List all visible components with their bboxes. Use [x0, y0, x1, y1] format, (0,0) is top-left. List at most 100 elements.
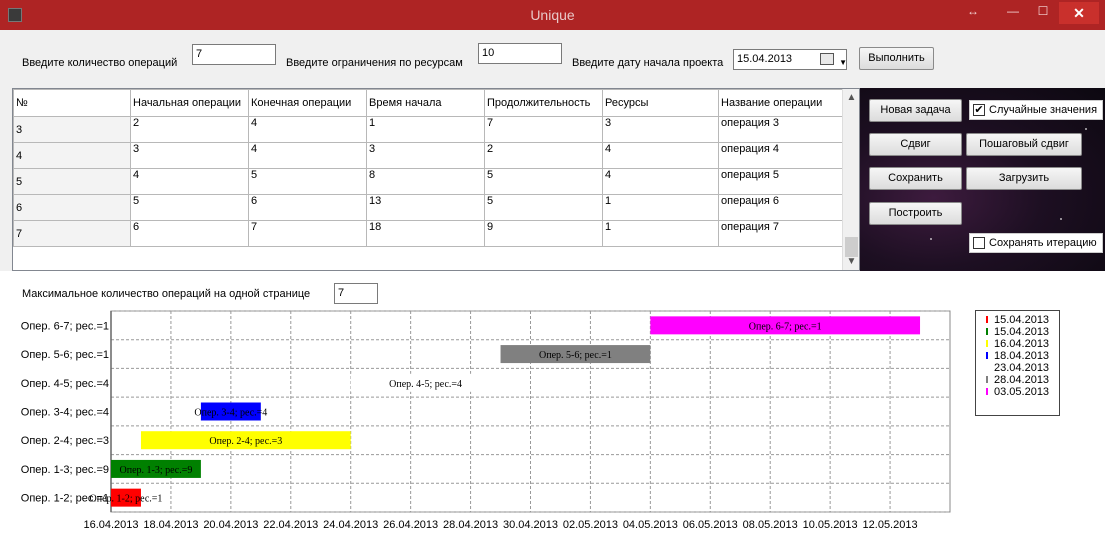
build-button[interactable]: Построить — [869, 202, 962, 225]
table-cell[interactable]: 1 — [366, 116, 485, 143]
table-cell[interactable]: 4 — [130, 168, 249, 195]
legend-swatch — [986, 352, 988, 359]
x-tick-label: 20.04.2013 — [203, 519, 258, 531]
table-cell[interactable]: 2 — [484, 142, 603, 169]
table-row[interactable]: 5 4 5 8 5 4 операция 5 — [13, 168, 845, 195]
table-cell[interactable]: 5 — [484, 194, 603, 221]
gantt-bar-label: Опер. 3-4; рес.=4 — [194, 408, 267, 419]
gantt-bar-label: Опер. 6-7; рес.=1 — [749, 321, 822, 332]
legend-label: 16.04.2013 — [994, 338, 1050, 350]
scroll-up-icon[interactable]: ▲ — [843, 89, 859, 106]
table-cell[interactable]: 5 — [130, 194, 249, 221]
minimize-button[interactable]: — — [999, 0, 1027, 22]
x-tick-label: 18.04.2013 — [143, 519, 198, 531]
table-cell[interactable]: 8 — [366, 168, 485, 195]
row-header-cell[interactable]: 7 — [13, 220, 131, 247]
table-cell[interactable]: 6 — [248, 194, 367, 221]
resize-icon[interactable]: ↔ — [959, 0, 987, 22]
x-tick-label: 10.05.2013 — [803, 519, 858, 531]
column-header-start-time[interactable]: Время начала — [366, 89, 485, 117]
table-cell[interactable]: 5 — [248, 168, 367, 195]
table-cell[interactable]: 4 — [248, 142, 367, 169]
step-shift-button[interactable]: Пошаговый сдвиг — [966, 133, 1082, 156]
row-header-cell[interactable]: 4 — [13, 142, 131, 169]
x-tick-label: 30.04.2013 — [503, 519, 558, 531]
row-header-cell[interactable]: 5 — [13, 168, 131, 195]
save-button[interactable]: Сохранить — [869, 167, 962, 190]
table-cell[interactable]: операция 6 — [718, 194, 845, 221]
table-cell[interactable]: 3 — [366, 142, 485, 169]
table-cell[interactable]: 4 — [248, 116, 367, 143]
table-cell[interactable]: 7 — [484, 116, 603, 143]
table-cell[interactable]: 5 — [484, 168, 603, 195]
table-cell[interactable]: операция 5 — [718, 168, 845, 195]
random-values-checkbox[interactable]: ✔ Случайные значения — [969, 100, 1103, 120]
table-row[interactable]: 7 6 7 18 9 1 операция 7 — [13, 220, 845, 247]
column-header-end-op[interactable]: Конечная операции — [248, 89, 367, 117]
shift-button[interactable]: Сдвиг — [869, 133, 962, 156]
table-cell[interactable]: 1 — [602, 194, 719, 221]
column-header-duration[interactable]: Продолжительность — [484, 89, 603, 117]
start-date-picker[interactable]: 15.04.2013 ▼ — [733, 49, 847, 70]
table-cell[interactable]: 2 — [130, 116, 249, 143]
column-header-num[interactable]: № — [13, 89, 131, 117]
scroll-down-icon[interactable]: ▼ — [843, 253, 859, 270]
row-header-cell[interactable]: 6 — [13, 194, 131, 221]
gantt-bar-label: Опер. 4-5; рес.=4 — [389, 379, 462, 390]
operations-grid[interactable]: № Начальная операции Конечная операции В… — [12, 88, 860, 271]
x-tick-label: 22.04.2013 — [263, 519, 318, 531]
new-task-button[interactable]: Новая задача — [869, 99, 962, 122]
title-bar: Unique ↔ — ☐ ✕ — [0, 0, 1105, 30]
chart-area: Максимальное количество операций на одно… — [0, 271, 1105, 535]
legend-entry: 16.04.2013 — [976, 338, 1059, 350]
column-header-resources[interactable]: Ресурсы — [602, 89, 719, 117]
save-iteration-check-icon[interactable] — [973, 237, 985, 249]
column-header-start-op[interactable]: Начальная операции — [130, 89, 249, 117]
table-cell[interactable]: 18 — [366, 220, 485, 247]
legend-label: 03.05.2013 — [994, 386, 1050, 398]
x-tick-label: 24.04.2013 — [323, 519, 378, 531]
table-row[interactable]: 3 2 4 1 7 3 операция 3 — [13, 116, 845, 143]
chart-legend: 15.04.2013 15.04.2013 16.04.2013 18.04.2013… — [975, 310, 1060, 416]
y-category-label: Опер. 6-7; рес.=1 — [21, 320, 109, 332]
calendar-icon[interactable] — [820, 53, 834, 65]
close-button[interactable]: ✕ — [1059, 2, 1099, 24]
legend-entry: 18.04.2013 — [976, 350, 1059, 362]
resource-limit-input[interactable]: 10 — [478, 43, 562, 64]
legend-swatch — [986, 328, 988, 335]
legend-label: 23.04.2013 — [994, 362, 1050, 374]
start-date-value: 15.04.2013 — [737, 53, 793, 65]
maximize-button[interactable]: ☐ — [1029, 0, 1057, 22]
row-header-cell[interactable]: 3 — [13, 116, 131, 143]
table-cell[interactable]: операция 3 — [718, 116, 845, 143]
table-row[interactable]: 6 5 6 13 5 1 операция 6 — [13, 194, 845, 221]
random-values-check-icon[interactable]: ✔ — [973, 104, 985, 116]
table-cell[interactable]: операция 7 — [718, 220, 845, 247]
ops-count-input[interactable]: 7 — [192, 44, 276, 65]
save-iteration-checkbox[interactable]: Сохранять итерацию — [969, 233, 1103, 253]
column-header-op-name[interactable]: Название операции — [718, 89, 845, 117]
table-cell[interactable]: 9 — [484, 220, 603, 247]
table-cell[interactable]: 1 — [602, 220, 719, 247]
table-cell[interactable]: 4 — [602, 168, 719, 195]
control-panel: Новая задача ✔ Случайные значения Сдвиг … — [860, 88, 1105, 271]
grid-scrollbar[interactable]: ▲ ▼ — [842, 89, 859, 270]
table-row[interactable]: 4 3 4 3 2 4 операция 4 — [13, 142, 845, 169]
table-cell[interactable]: операция 4 — [718, 142, 845, 169]
table-cell[interactable]: 4 — [602, 142, 719, 169]
y-category-label: Опер. 4-5; рес.=4 — [21, 378, 109, 390]
table-cell[interactable]: 13 — [366, 194, 485, 221]
legend-entry: 28.04.2013 — [976, 374, 1059, 386]
y-category-label: Опер. 1-3; рес.=9 — [21, 464, 109, 476]
run-button[interactable]: Выполнить — [859, 47, 934, 70]
x-tick-label: 12.05.2013 — [863, 519, 918, 531]
legend-swatch — [986, 316, 988, 323]
table-cell[interactable]: 7 — [248, 220, 367, 247]
load-button[interactable]: Загрузить — [966, 167, 1082, 190]
gantt-bar-label: Опер. 1-3; рес.=9 — [120, 465, 193, 476]
table-cell[interactable]: 3 — [130, 142, 249, 169]
table-cell[interactable]: 3 — [602, 116, 719, 143]
table-cell[interactable]: 6 — [130, 220, 249, 247]
legend-swatch — [986, 340, 988, 347]
chevron-down-icon[interactable]: ▼ — [839, 55, 847, 71]
